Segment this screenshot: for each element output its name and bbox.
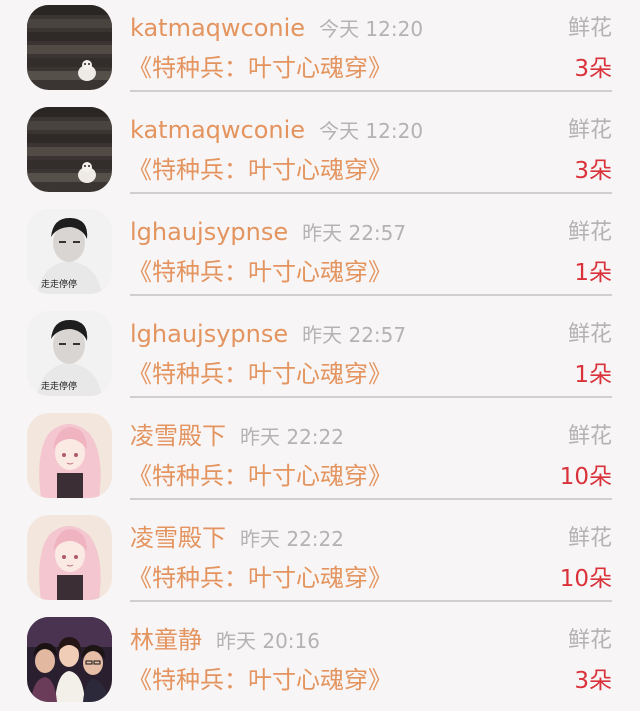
gift-count: 3朵 (574, 158, 612, 184)
gift-count: 3朵 (574, 56, 612, 82)
user-name[interactable]: lghaujsypnse 昨天 22:57 (130, 319, 406, 350)
timestamp: 昨天 22:57 (302, 221, 407, 245)
avatar[interactable] (27, 515, 112, 600)
svg-text:走走停停: 走走停停 (41, 278, 77, 290)
book-title[interactable]: 《特种兵：叶寸心魂穿》 (128, 359, 392, 389)
list-item[interactable]: 凌雪殿下 昨天 22:22 鲜花 《特种兵：叶寸心魂穿》 10朵 (0, 510, 640, 612)
user-name[interactable]: katmaqwconie 今天 12:20 (130, 13, 423, 44)
book-title[interactable]: 《特种兵：叶寸心魂穿》 (128, 563, 392, 593)
avatar[interactable] (27, 5, 112, 90)
user-name[interactable]: katmaqwconie 今天 12:20 (130, 115, 423, 146)
gift-type: 鲜花 (567, 628, 612, 653)
gift-count: 3朵 (574, 668, 612, 694)
gift-record-list: katmaqwconie 今天 12:20 鲜花 《特种兵：叶寸心魂穿》 3朵 k… (0, 0, 640, 711)
book-title[interactable]: 《特种兵：叶寸心魂穿》 (128, 461, 392, 491)
list-item[interactable]: katmaqwconie 今天 12:20 鲜花 《特种兵：叶寸心魂穿》 3朵 (0, 102, 640, 204)
list-item[interactable]: 凌雪殿下 昨天 22:22 鲜花 《特种兵：叶寸心魂穿》 10朵 (0, 408, 640, 510)
user-name[interactable]: 凌雪殿下 昨天 22:22 (130, 421, 344, 452)
user-name[interactable]: lghaujsypnse 昨天 22:57 (130, 217, 406, 248)
gift-count: 10朵 (559, 464, 612, 490)
timestamp: 昨天 22:22 (240, 425, 344, 449)
avatar[interactable] (27, 107, 112, 192)
timestamp: 今天 12:20 (319, 119, 424, 143)
book-title[interactable]: 《特种兵：叶寸心魂穿》 (128, 53, 392, 83)
user-name[interactable]: 林童静 昨天 20:16 (130, 625, 320, 656)
timestamp: 昨天 20:16 (216, 629, 320, 653)
gift-type: 鲜花 (567, 16, 612, 41)
gift-type: 鲜花 (567, 526, 612, 551)
gift-type: 鲜花 (567, 220, 612, 245)
gift-type: 鲜花 (567, 424, 612, 449)
avatar[interactable]: 走走停停 (27, 209, 112, 294)
timestamp: 昨天 22:22 (240, 527, 344, 551)
gift-count: 1朵 (574, 362, 612, 388)
gift-type: 鲜花 (567, 118, 612, 143)
book-title[interactable]: 《特种兵：叶寸心魂穿》 (128, 155, 392, 185)
gift-type: 鲜花 (567, 322, 612, 347)
divider (130, 396, 612, 398)
gift-count: 10朵 (559, 566, 612, 592)
list-item[interactable]: katmaqwconie 今天 12:20 鲜花 《特种兵：叶寸心魂穿》 3朵 (0, 0, 640, 102)
list-item[interactable]: 林童静 昨天 20:16 鲜花 《特种兵：叶寸心魂穿》 3朵 (0, 612, 640, 711)
timestamp: 昨天 22:57 (302, 323, 407, 347)
divider (130, 600, 612, 602)
gift-count: 1朵 (574, 260, 612, 286)
divider (130, 498, 612, 500)
avatar[interactable] (27, 617, 112, 702)
avatar[interactable]: 走走停停 (27, 311, 112, 396)
divider (130, 192, 612, 194)
list-item[interactable]: 走走停停 lghaujsypnse 昨天 22:57 鲜花 《特种兵：叶寸心魂穿》… (0, 306, 640, 408)
user-name[interactable]: 凌雪殿下 昨天 22:22 (130, 523, 344, 554)
divider (130, 90, 612, 92)
book-title[interactable]: 《特种兵：叶寸心魂穿》 (128, 257, 392, 287)
book-title[interactable]: 《特种兵：叶寸心魂穿》 (128, 665, 392, 695)
timestamp: 今天 12:20 (319, 17, 424, 41)
divider (130, 294, 612, 296)
list-item[interactable]: 走走停停 lghaujsypnse 昨天 22:57 鲜花 《特种兵：叶寸心魂穿》… (0, 204, 640, 306)
svg-text:走走停停: 走走停停 (41, 380, 77, 392)
avatar[interactable] (27, 413, 112, 498)
